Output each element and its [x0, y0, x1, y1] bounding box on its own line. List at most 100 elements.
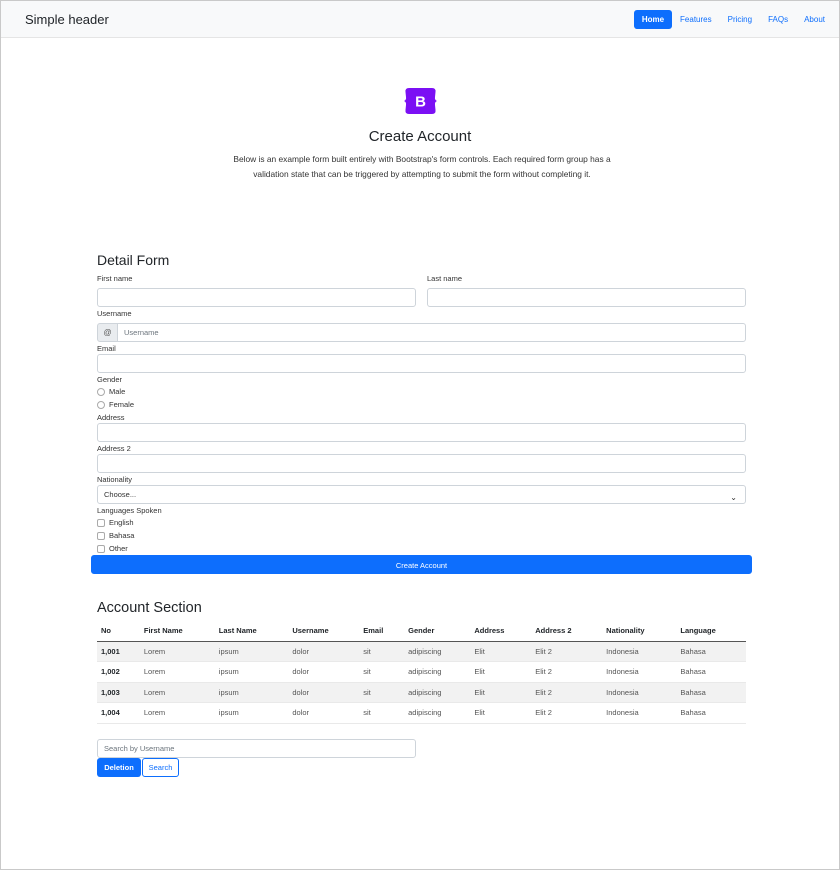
cell-address2: Elit 2 — [531, 661, 603, 683]
search-button[interactable]: Search — [142, 758, 179, 777]
username-addon: @ — [97, 323, 118, 342]
nav-home[interactable]: Home — [633, 10, 673, 29]
cell-address: Elit — [470, 682, 532, 703]
col-username: Username — [288, 621, 360, 642]
nationality-label: Nationality — [97, 475, 133, 484]
cell-nationality: Indonesia — [602, 682, 677, 703]
bootstrap-logo-icon: B — [404, 88, 437, 114]
cell-last-name: ipsum — [214, 641, 289, 662]
username-input[interactable]: Username — [117, 323, 746, 342]
languages-label: Languages Spoken — [97, 506, 162, 515]
cell-language: Bahasa — [676, 661, 746, 683]
cell-nationality: Indonesia — [602, 661, 677, 683]
table-row: 1,002 Lorem ipsum dolor sit adipiscing E… — [97, 661, 746, 683]
col-last-name: Last Name — [214, 621, 289, 642]
cell-last-name: ipsum — [214, 682, 289, 703]
cell-address2: Elit 2 — [531, 682, 603, 703]
address-input[interactable] — [97, 423, 746, 442]
cell-username: dolor — [288, 661, 360, 683]
lead-text: Below is an example form built entirely … — [233, 154, 611, 179]
cell-gender: adipiscing — [404, 682, 471, 703]
table-row: 1,004 Lorem ipsum dolor sit adipiscing E… — [97, 702, 746, 724]
cell-no: 1,003 — [97, 682, 140, 703]
first-name-label: First name — [97, 274, 133, 283]
col-no: No — [97, 621, 140, 642]
language-bahasa-checkbox[interactable]: Bahasa — [97, 531, 134, 540]
last-name-label: Last name — [427, 274, 463, 283]
table-row: 1,001 Lorem ipsum dolor sit adipiscing E… — [97, 641, 746, 662]
navbar: Simple header Home Features Pricing FAQs… — [1, 1, 839, 38]
gender-male-label: Male — [109, 387, 126, 396]
nav-pricing[interactable]: Pricing — [720, 10, 760, 29]
checkbox-icon[interactable] — [97, 518, 105, 527]
cell-email: sit — [359, 661, 405, 683]
checkbox-icon[interactable] — [97, 531, 105, 540]
cell-language: Bahasa — [676, 641, 746, 662]
cell-language: Bahasa — [676, 682, 746, 703]
logo-letter: B — [415, 94, 426, 111]
cell-username: dolor — [288, 682, 360, 703]
cell-nationality: Indonesia — [602, 702, 677, 724]
cell-first-name: Lorem — [139, 682, 215, 703]
cell-gender: adipiscing — [404, 661, 471, 683]
deletion-button[interactable]: Deletion — [97, 758, 141, 777]
create-account-button[interactable]: Create Account — [91, 555, 752, 574]
checkbox-icon[interactable] — [97, 544, 105, 553]
col-gender: Gender — [404, 621, 471, 642]
cell-username: dolor — [288, 641, 360, 662]
nav-links: Home Features Pricing FAQs About — [633, 10, 833, 29]
radio-icon[interactable] — [97, 400, 105, 409]
nationality-select[interactable]: Choose... ⌄ — [97, 485, 746, 504]
col-language: Language — [676, 621, 746, 642]
col-address2: Address 2 — [531, 621, 603, 642]
nav-features[interactable]: Features — [672, 10, 720, 29]
cell-no: 1,002 — [97, 661, 140, 683]
cell-first-name: Lorem — [139, 702, 215, 724]
cell-gender: adipiscing — [404, 702, 471, 724]
cell-first-name: Lorem — [139, 641, 215, 662]
brand[interactable]: Simple header — [25, 12, 109, 27]
address-label: Address — [97, 413, 125, 422]
last-name-input[interactable] — [427, 288, 746, 307]
cell-last-name: ipsum — [214, 702, 289, 724]
cell-email: sit — [359, 641, 405, 662]
account-section-title: Account Section — [97, 600, 202, 616]
first-name-input[interactable] — [97, 288, 416, 307]
cell-username: dolor — [288, 702, 360, 724]
cell-address: Elit — [470, 661, 532, 683]
address2-input[interactable] — [97, 454, 746, 473]
form-title: Detail Form — [97, 252, 170, 268]
language-english-checkbox[interactable]: English — [97, 518, 134, 527]
col-address: Address — [470, 621, 532, 642]
gender-female-radio[interactable]: Female — [97, 400, 134, 409]
nav-about[interactable]: About — [796, 10, 833, 29]
radio-icon[interactable] — [97, 387, 105, 396]
col-first-name: First Name — [139, 621, 215, 642]
address2-label: Address 2 — [97, 444, 131, 453]
col-email: Email — [359, 621, 405, 642]
nav-faqs[interactable]: FAQs — [760, 10, 796, 29]
cell-last-name: ipsum — [214, 661, 289, 683]
gender-male-radio[interactable]: Male — [97, 387, 125, 396]
cell-gender: adipiscing — [404, 641, 471, 662]
cell-email: sit — [359, 702, 405, 724]
cell-nationality: Indonesia — [602, 641, 677, 662]
account-table: No First Name Last Name Username Email G… — [97, 621, 746, 724]
language-other-checkbox[interactable]: Other — [97, 544, 128, 553]
page-title: Create Account — [368, 128, 472, 145]
gender-label: Gender — [97, 375, 123, 384]
gender-female-label: Female — [109, 400, 135, 409]
chevron-down-icon: ⌄ — [730, 493, 737, 502]
search-by-username-input[interactable]: Search by Username — [97, 739, 416, 758]
nationality-selected: Choose... — [104, 490, 137, 499]
email-input[interactable] — [97, 354, 746, 373]
cell-address: Elit — [470, 702, 532, 724]
cell-email: sit — [359, 682, 405, 703]
table-row: 1,003 Lorem ipsum dolor sit adipiscing E… — [97, 682, 746, 703]
cell-language: Bahasa — [676, 702, 746, 724]
language-other-label: Other — [109, 544, 128, 553]
language-bahasa-label: Bahasa — [109, 531, 135, 540]
table-header-row: No First Name Last Name Username Email G… — [97, 621, 746, 642]
cell-first-name: Lorem — [139, 661, 215, 683]
cell-address: Elit — [470, 641, 532, 662]
